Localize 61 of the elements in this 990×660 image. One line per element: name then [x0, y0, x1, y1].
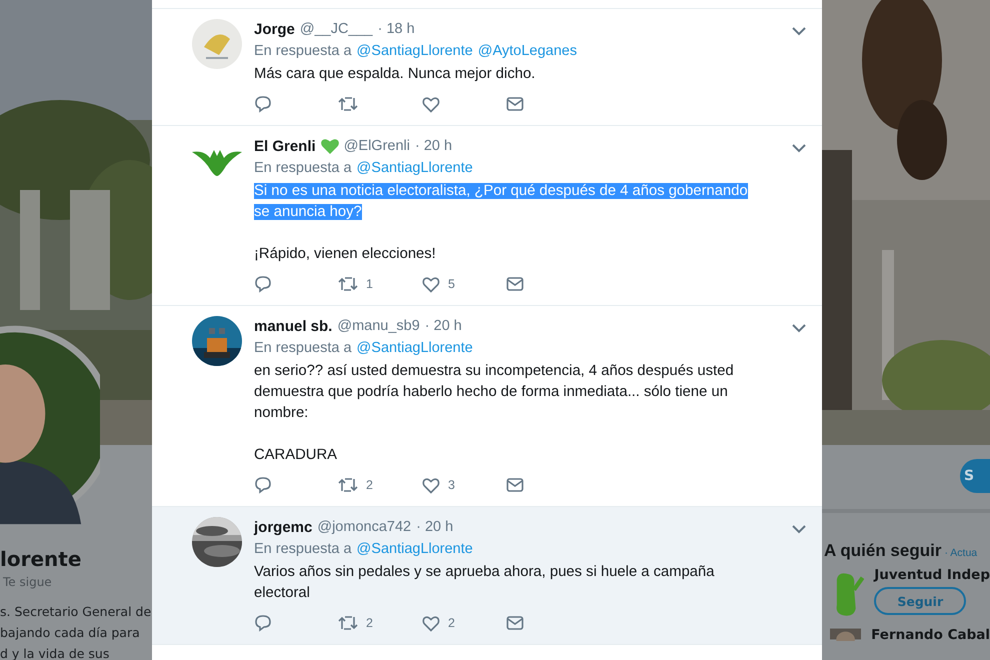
- tweet-text: CARADURA: [254, 446, 338, 465]
- tweet-time[interactable]: · 18 h: [378, 21, 415, 37]
- profile-name: lorente: [0, 547, 82, 571]
- follows-you-label: Te sigue: [3, 575, 52, 589]
- chevron-down-icon: [792, 27, 806, 36]
- account-name[interactable]: Fernando Cabal: [871, 627, 990, 643]
- like-button[interactable]: 3: [422, 476, 506, 494]
- reply-tweet[interactable]: jorgemc @jomonca742 · 20 h En respuesta a @SantiagLlorente Varios años sin pedales y se aprueba ahora, pues si huele a campaña electoral 2 2: [152, 507, 822, 645]
- account-name[interactable]: Juventud Indep: [874, 567, 990, 583]
- heart-icon: [422, 476, 440, 494]
- retweet-icon: [338, 476, 358, 494]
- avatar-logo: [192, 19, 242, 69]
- retweet-button[interactable]: 2: [338, 614, 422, 632]
- reply-label: En respuesta a: [254, 340, 352, 356]
- retweet-icon: [338, 95, 358, 113]
- retweet-icon: [338, 275, 358, 293]
- chevron-down-icon: [792, 144, 806, 153]
- retweet-button[interactable]: 1: [338, 275, 422, 293]
- author-handle[interactable]: @jomonca742: [317, 519, 412, 535]
- mention-link[interactable]: @SantiagLlorente: [356, 160, 473, 176]
- heart-icon: [422, 276, 440, 292]
- tweet-text: Varios años sin pedales y se aprueba ahora, pues si huele a campaña electoral: [254, 563, 716, 603]
- tweet-text: ¡Rápido, vienen elecciones!: [254, 245, 437, 264]
- retweet-icon: [338, 614, 358, 632]
- tweet-text: Más cara que espalda. Nunca mejor dicho.: [254, 65, 536, 84]
- author-handle[interactable]: @manu_sb9: [337, 318, 420, 334]
- author-handle[interactable]: @__JC___: [300, 21, 373, 37]
- author-handle[interactable]: @ElGrenli: [344, 138, 410, 154]
- author-name[interactable]: jorgemc: [254, 518, 312, 536]
- tweet-text: en serio?? así usted demuestra su incompetencia, 4 años después usted demuestra que podría haberlo hecho de forma inmediata... sólo tiene un nombre:: [254, 362, 735, 423]
- tweet-time[interactable]: · 20 h: [424, 318, 462, 334]
- mention-link[interactable]: @SantiagLlorente: [356, 340, 473, 356]
- author-name[interactable]: manuel sb.: [254, 318, 332, 334]
- reply-icon: [254, 476, 272, 494]
- reply-label: En respuesta a: [254, 160, 352, 176]
- chevron-down-icon: [792, 324, 806, 333]
- mention-link[interactable]: @SantiagLlorente: [356, 541, 473, 557]
- tweet-time[interactable]: · 20 h: [416, 519, 454, 535]
- reply-icon: [254, 614, 272, 632]
- author-name[interactable]: El Grenli: [254, 138, 316, 154]
- reply-icon: [254, 95, 272, 113]
- retweet-button[interactable]: 2: [338, 476, 422, 494]
- envelope-icon: [506, 615, 524, 631]
- reply-label: En respuesta a: [254, 43, 352, 59]
- envelope-icon: [506, 276, 524, 292]
- mention-link[interactable]: @AytoLeganes: [478, 43, 577, 59]
- heart-icon: [422, 96, 440, 112]
- tweet-text: Si no es una noticia electoralista, ¿Por qué después de 4 años gobernando se anuncia hoy?: [254, 182, 749, 222]
- mention-link[interactable]: @SantiagLlorente: [356, 43, 473, 59]
- heart-icon: [422, 614, 440, 632]
- envelope-icon: [506, 477, 524, 493]
- author-name[interactable]: Jorge: [254, 20, 295, 38]
- tweet-time[interactable]: · 20 h: [414, 138, 452, 154]
- like-button[interactable]: 5: [422, 275, 506, 293]
- reply-label: En respuesta a: [254, 541, 352, 557]
- who-to-follow-title: A quién seguir: [824, 541, 942, 561]
- envelope-icon: [506, 96, 524, 112]
- follow-button[interactable]: S: [960, 459, 990, 493]
- like-button[interactable]: 2: [422, 614, 506, 632]
- chevron-down-icon: [792, 525, 806, 534]
- reply-icon: [254, 275, 272, 293]
